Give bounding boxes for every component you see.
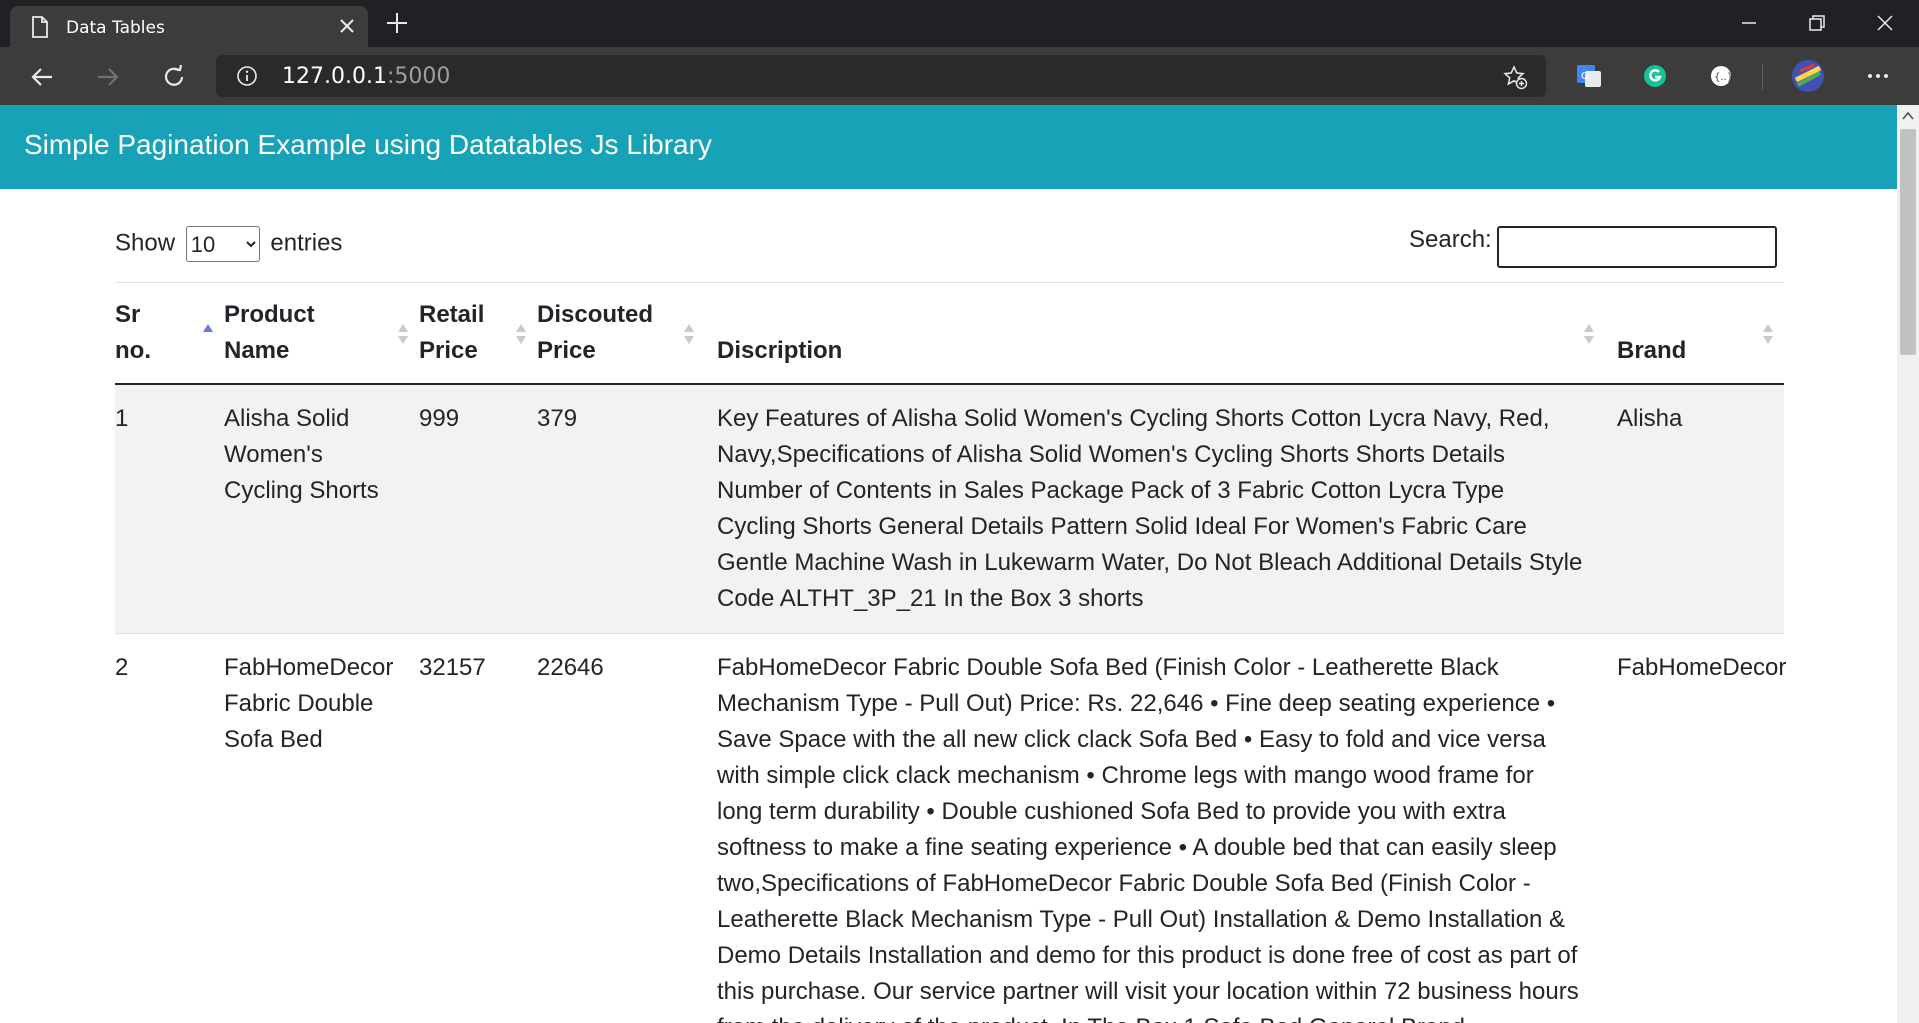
browser-tab[interactable]: Data Tables: [10, 6, 368, 47]
search-input[interactable]: [1497, 226, 1777, 268]
window-close-icon[interactable]: [1872, 10, 1898, 36]
toolbar-divider: [1762, 64, 1763, 90]
column-header-line: Sr: [115, 301, 141, 328]
svg-text:{..}: {..}: [1714, 72, 1733, 83]
profile-avatar[interactable]: [1790, 58, 1826, 94]
restore-icon[interactable]: [1804, 10, 1830, 36]
grammarly-icon[interactable]: [1639, 60, 1671, 92]
forward-arrow-icon: [98, 68, 119, 86]
datatable-wrapper: Show 10 entries Search: Sr no. Product N…: [0, 189, 1897, 1023]
page-scrollbar[interactable]: [1897, 105, 1919, 1023]
column-header-line: Retail: [419, 301, 485, 328]
column-header-discounted-price[interactable]: Discouted Price: [537, 283, 705, 385]
close-icon[interactable]: [336, 15, 358, 37]
url-host: 127.0.0.1: [282, 64, 387, 89]
svg-text:G: G: [1581, 71, 1589, 82]
cell-brand: FabHomeDecor: [1605, 633, 1786, 1023]
length-control: Show 10 entries: [115, 226, 342, 262]
cell-discounted-price: 379: [537, 384, 705, 634]
sort-both-icon: [516, 324, 526, 344]
scroll-up-arrow-icon[interactable]: [1902, 111, 1914, 121]
minimize-icon[interactable]: [1736, 10, 1762, 36]
column-header-description[interactable]: Discription: [705, 283, 1605, 385]
tab-title: Data Tables: [66, 18, 165, 38]
info-icon[interactable]: [236, 65, 258, 87]
scrollbar-thumb[interactable]: [1900, 129, 1916, 355]
column-header-sr-no[interactable]: Sr no.: [115, 283, 224, 385]
browser-tab-strip: Data Tables: [0, 0, 1919, 47]
back-arrow-icon[interactable]: [27, 62, 57, 92]
sort-both-icon: [1584, 324, 1594, 344]
page-title: Simple Pagination Example using Datatabl…: [24, 129, 712, 160]
url-port: :5000: [386, 64, 451, 89]
column-header-line: Price: [537, 337, 596, 364]
table-row: 2 FabHomeDecor Fabric Double Sofa Bed 32…: [115, 633, 1786, 1023]
cell-description: Key Features of Alisha Solid Women's Cyc…: [705, 384, 1605, 634]
more-icon[interactable]: [1862, 60, 1894, 92]
cell-sr-no: 2: [115, 633, 224, 1023]
cell-sr-no: 1: [115, 384, 224, 634]
column-header-line: Brand: [1617, 337, 1687, 364]
column-header-line: Discouted: [537, 301, 654, 328]
column-header-line: Discription: [717, 337, 843, 364]
column-header-brand[interactable]: Brand: [1605, 283, 1784, 385]
cell-discounted-price: 22646: [537, 633, 705, 1023]
extension-icon[interactable]: {..}: [1705, 60, 1737, 92]
table-row: 1 Alisha Solid Women's Cycling Shorts 99…: [115, 384, 1784, 634]
cell-product-name: Alisha Solid Women's Cycling Shorts: [224, 384, 419, 634]
cell-product-name: FabHomeDecor Fabric Double Sofa Bed: [224, 633, 419, 1023]
page-length-select[interactable]: 10: [185, 226, 260, 262]
column-header-line: Price: [419, 337, 478, 364]
column-header-retail-price[interactable]: Retail Price: [419, 283, 537, 385]
plus-icon[interactable]: [384, 10, 410, 36]
cell-retail-price: 999: [419, 384, 537, 634]
sort-both-icon: [1763, 324, 1773, 344]
sort-ascending-icon: [203, 324, 213, 332]
products-table: Sr no. Product Name Retail Price Discout…: [115, 283, 1786, 1023]
cell-retail-price: 32157: [419, 633, 537, 1023]
url-text: 127.0.0.1:5000: [282, 64, 450, 89]
table-header-row: Sr no. Product Name Retail Price Discout…: [115, 283, 1784, 385]
browser-toolbar: 127.0.0.1:5000 G {..}: [0, 47, 1919, 105]
sort-both-icon: [684, 324, 694, 344]
sort-both-icon: [398, 324, 408, 344]
address-bar[interactable]: 127.0.0.1:5000: [216, 55, 1546, 97]
page-icon: [32, 16, 48, 38]
reload-icon[interactable]: [159, 62, 189, 92]
entries-label: entries: [270, 229, 343, 257]
show-label: Show: [115, 229, 176, 257]
cell-brand: Alisha: [1605, 384, 1784, 634]
column-header-line: no.: [115, 337, 151, 364]
page-header: Simple Pagination Example using Datatabl…: [0, 105, 1897, 189]
column-header-product-name[interactable]: Product Name: [224, 283, 419, 385]
favorite-add-icon[interactable]: [1502, 64, 1528, 90]
search-label: Search:: [1409, 226, 1492, 253]
column-header-line: Name: [224, 337, 290, 364]
translate-icon[interactable]: G: [1573, 60, 1605, 92]
column-header-line: Product: [224, 301, 315, 328]
cell-description: FabHomeDecor Fabric Double Sofa Bed (Fin…: [705, 633, 1605, 1023]
